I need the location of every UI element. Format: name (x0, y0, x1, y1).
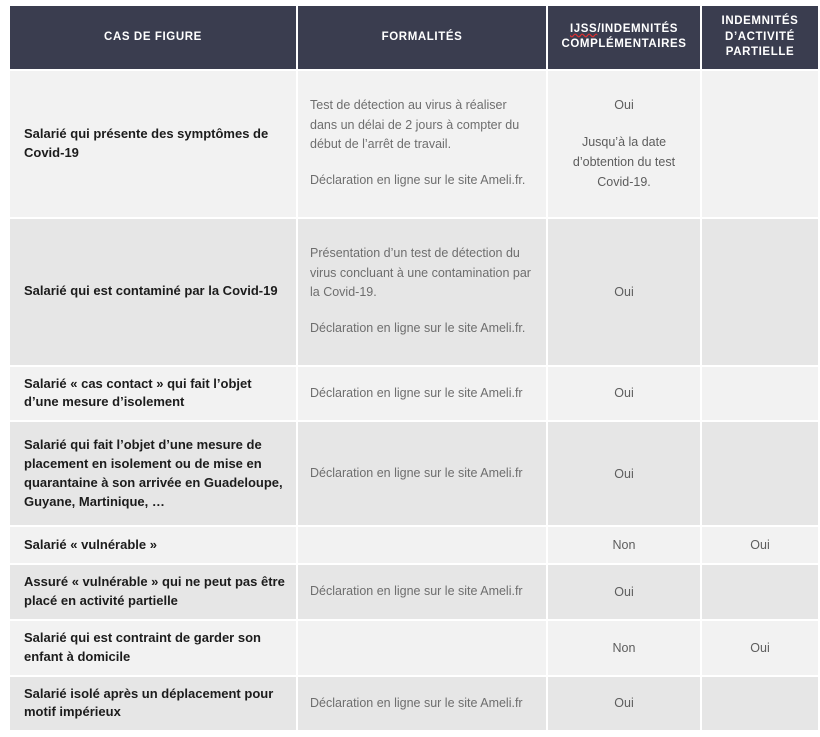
column-header-formalites[interactable]: FORMALITÉS (298, 6, 546, 69)
cell-cas-de-figure: Salarié qui fait l’objet d’une mesure de… (10, 422, 296, 526)
formalite-paragraph: Déclaration en ligne sur le site Ameli.f… (310, 321, 526, 336)
cell-formalites: Déclaration en ligne sur le site Ameli.f… (298, 422, 546, 526)
cell-cas-de-figure: Salarié « vulnérable » (10, 527, 296, 564)
cell-ijss-indemnites: Oui Jusqu’à la date d’obtention du test C… (548, 70, 700, 217)
cell-indemnites-activite-partielle (702, 565, 818, 619)
cell-ijss-indemnites: Oui (548, 218, 700, 365)
cell-ijss-indemnites: Oui (548, 676, 700, 731)
formalite-paragraph: Déclaration en ligne sur le site Ameli.f… (310, 584, 523, 599)
ijss-value: Oui (614, 585, 634, 600)
cell-ijss-indemnites: Oui (548, 366, 700, 421)
column-header-line: INDEMNITÉS (721, 15, 799, 27)
cell-cas-de-figure: Salarié « cas contact » qui fait l’objet… (10, 366, 296, 421)
cell-indemnites-activite-partielle (702, 218, 818, 365)
cell-cas-de-figure: Salarié qui est contraint de garder son … (10, 620, 296, 675)
ijss-value: Non (612, 538, 636, 553)
formalite-paragraph: Présentation d’un test de détection du v… (310, 246, 531, 300)
cell-indemnites-activite-partielle: Oui (702, 527, 818, 564)
table-row: Assuré « vulnérable » qui ne peut pas êt… (10, 565, 818, 619)
table-header-row: CAS DE FIGURE FORMALITÉS IJSS/INDEMNITÉS CO… (10, 6, 818, 69)
cell-formalites: Déclaration en ligne sur le site Ameli.f… (298, 565, 546, 619)
ijss-value: Non (612, 640, 636, 655)
cell-indemnites-activite-partielle: Oui (702, 620, 818, 675)
table-row: Salarié qui est contaminé par la Covid-1… (10, 218, 818, 365)
column-header-cas-de-figure[interactable]: CAS DE FIGURE (10, 6, 296, 69)
formalite-paragraph: Déclaration en ligne sur le site Ameli.f… (310, 385, 523, 400)
cell-cas-de-figure: Salarié qui présente des symptômes de Co… (10, 70, 296, 217)
formalite-paragraph: Test de détection au virus à réaliser da… (310, 98, 520, 152)
cell-formalites: Test de détection au virus à réaliser da… (298, 70, 546, 217)
cell-cas-de-figure: Salarié qui est contaminé par la Covid-1… (10, 218, 296, 365)
ijss-value: Oui (614, 466, 634, 481)
cell-ijss-indemnites: Non (548, 620, 700, 675)
ijss-note: Jusqu’à la date d’obtention du test Covi… (572, 135, 676, 190)
table-row: Salarié qui présente des symptômes de Co… (10, 70, 818, 217)
cell-indemnites-activite-partielle (702, 422, 818, 526)
covid-table-container: CAS DE FIGURE FORMALITÉS IJSS/INDEMNITÉS CO… (8, 4, 818, 732)
column-header-line: IJSS (569, 22, 598, 35)
formalite-paragraph: Déclaration en ligne sur le site Ameli.f… (310, 173, 526, 188)
formalite-paragraph: Déclaration en ligne sur le site Ameli.f… (310, 695, 523, 710)
covid-situations-table: CAS DE FIGURE FORMALITÉS IJSS/INDEMNITÉS CO… (8, 4, 820, 732)
cell-formalites: Présentation d’un test de détection du v… (298, 218, 546, 365)
column-header-line: /INDEMNITÉS (597, 22, 679, 35)
column-header-line: COMPLÉMENTAIRES (561, 38, 687, 51)
column-header-line: D’ACTIVITÉ (725, 30, 795, 43)
cell-formalites: Déclaration en ligne sur le site Ameli.f… (298, 676, 546, 731)
cell-formalites (298, 527, 546, 564)
table-row: Salarié qui est contraint de garder son … (10, 620, 818, 675)
cell-ijss-indemnites: Oui (548, 565, 700, 619)
ijss-value: Oui (614, 284, 634, 299)
ijss-value: Oui (614, 98, 634, 113)
formalite-paragraph: Déclaration en ligne sur le site Ameli.f… (310, 466, 523, 481)
ijss-value: Oui (614, 386, 634, 401)
column-header-line: FORMALITÉS (381, 30, 463, 43)
ijss-value: Oui (614, 696, 634, 711)
table-body: Salarié qui présente des symptômes de Co… (10, 70, 818, 731)
table-row: Salarié « cas contact » qui fait l’objet… (10, 366, 818, 421)
table-row: Salarié « vulnérable » Non Oui (10, 527, 818, 564)
column-header-line: PARTIELLE (725, 46, 795, 59)
cell-indemnites-activite-partielle (702, 676, 818, 731)
cell-ijss-indemnites: Non (548, 527, 700, 564)
cell-ijss-indemnites: Oui (548, 422, 700, 526)
cell-formalites: Déclaration en ligne sur le site Ameli.f… (298, 366, 546, 421)
cell-indemnites-activite-partielle (702, 70, 818, 217)
column-header-indemnites-activite-partielle[interactable]: INDEMNITÉS D’ACTIVITÉ PARTIELLE (702, 6, 818, 69)
table-row: Salarié qui fait l’objet d’une mesure de… (10, 422, 818, 526)
column-header-line: CAS DE FIGURE (104, 30, 202, 43)
cell-cas-de-figure: Assuré « vulnérable » qui ne peut pas êt… (10, 565, 296, 619)
table-row: Salarié isolé après un déplacement pour … (10, 676, 818, 731)
cell-formalites (298, 620, 546, 675)
cell-cas-de-figure: Salarié isolé après un déplacement pour … (10, 676, 296, 731)
cell-indemnites-activite-partielle (702, 366, 818, 421)
column-header-ijss-indemnites-complementaires[interactable]: IJSS/INDEMNITÉS COMPLÉMENTAIRES (548, 6, 700, 69)
table-header: CAS DE FIGURE FORMALITÉS IJSS/INDEMNITÉS CO… (10, 6, 818, 69)
